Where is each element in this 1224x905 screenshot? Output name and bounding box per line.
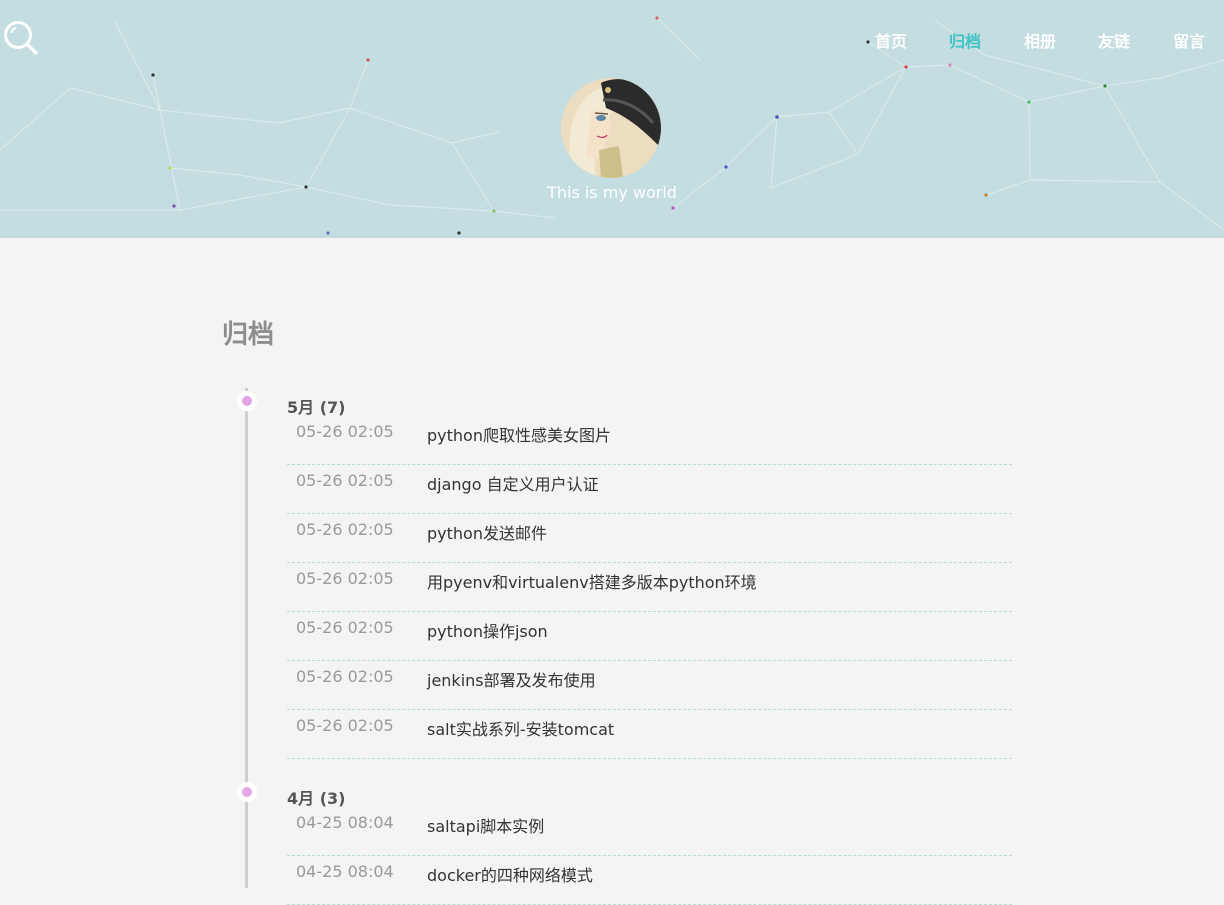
post-title-link[interactable]: python爬取性感美女图片 (427, 422, 611, 446)
post-title-link[interactable]: jenkins部署及发布使用 (427, 667, 596, 691)
post-date: 05-26 02:05 (296, 422, 394, 441)
archive-row[interactable]: 05-26 02:05 django 自定义用户认证 (287, 464, 1012, 514)
search-button[interactable] (3, 20, 39, 56)
site-tagline: This is my world (547, 183, 677, 202)
archive-row[interactable]: 05-26 02:05 python爬取性感美女图片 (287, 415, 1012, 465)
post-date: 05-26 02:05 (296, 520, 394, 539)
nav-home[interactable]: 首页 (875, 28, 907, 52)
post-date: 05-26 02:05 (296, 667, 394, 686)
archive-row[interactable]: 05-26 02:05 python操作json (287, 611, 1012, 661)
post-date: 04-25 08:04 (296, 813, 394, 832)
avatar[interactable] (561, 78, 661, 178)
nav-links[interactable]: 友链 (1098, 28, 1130, 52)
archive-row[interactable]: 05-26 02:05 用pyenv和virtualenv搭建多版本python… (287, 562, 1012, 612)
page-title: 归档 (222, 320, 275, 350)
timeline-dot (237, 782, 257, 802)
archive-row[interactable]: 05-26 02:05 python发送邮件 (287, 513, 1012, 563)
post-title-link[interactable]: 用pyenv和virtualenv搭建多版本python环境 (427, 569, 757, 593)
post-title-link[interactable]: docker的四种网络模式 (427, 862, 593, 886)
nav-guestbook[interactable]: 留言 (1173, 28, 1205, 52)
post-title-link[interactable]: python操作json (427, 618, 548, 642)
header-banner: 首页 归档 相册 友链 留言 This is my world (0, 0, 1224, 238)
timeline-line (245, 388, 248, 888)
archive-row[interactable]: 04-25 08:04 saltapi脚本实例 (287, 806, 1012, 856)
post-date: 05-26 02:05 (296, 569, 394, 588)
search-icon (4, 21, 38, 55)
post-date: 04-25 08:04 (296, 862, 394, 881)
avatar-image (561, 78, 661, 178)
nav-archive[interactable]: 归档 (949, 28, 981, 52)
timeline-dot (237, 391, 257, 411)
nav-album[interactable]: 相册 (1024, 28, 1056, 52)
post-date: 05-26 02:05 (296, 471, 394, 490)
archive-row[interactable]: 04-25 08:04 docker的四种网络模式 (287, 855, 1012, 905)
archive-row[interactable]: 05-26 02:05 jenkins部署及发布使用 (287, 660, 1012, 710)
post-title-link[interactable]: python发送邮件 (427, 520, 547, 544)
post-date: 05-26 02:05 (296, 618, 394, 637)
post-title-link[interactable]: saltapi脚本实例 (427, 813, 544, 837)
archive-row[interactable]: 05-26 02:05 salt实战系列-安装tomcat (287, 709, 1012, 759)
post-title-link[interactable]: django 自定义用户认证 (427, 471, 599, 495)
post-title-link[interactable]: salt实战系列-安装tomcat (427, 716, 614, 740)
post-date: 05-26 02:05 (296, 716, 394, 735)
